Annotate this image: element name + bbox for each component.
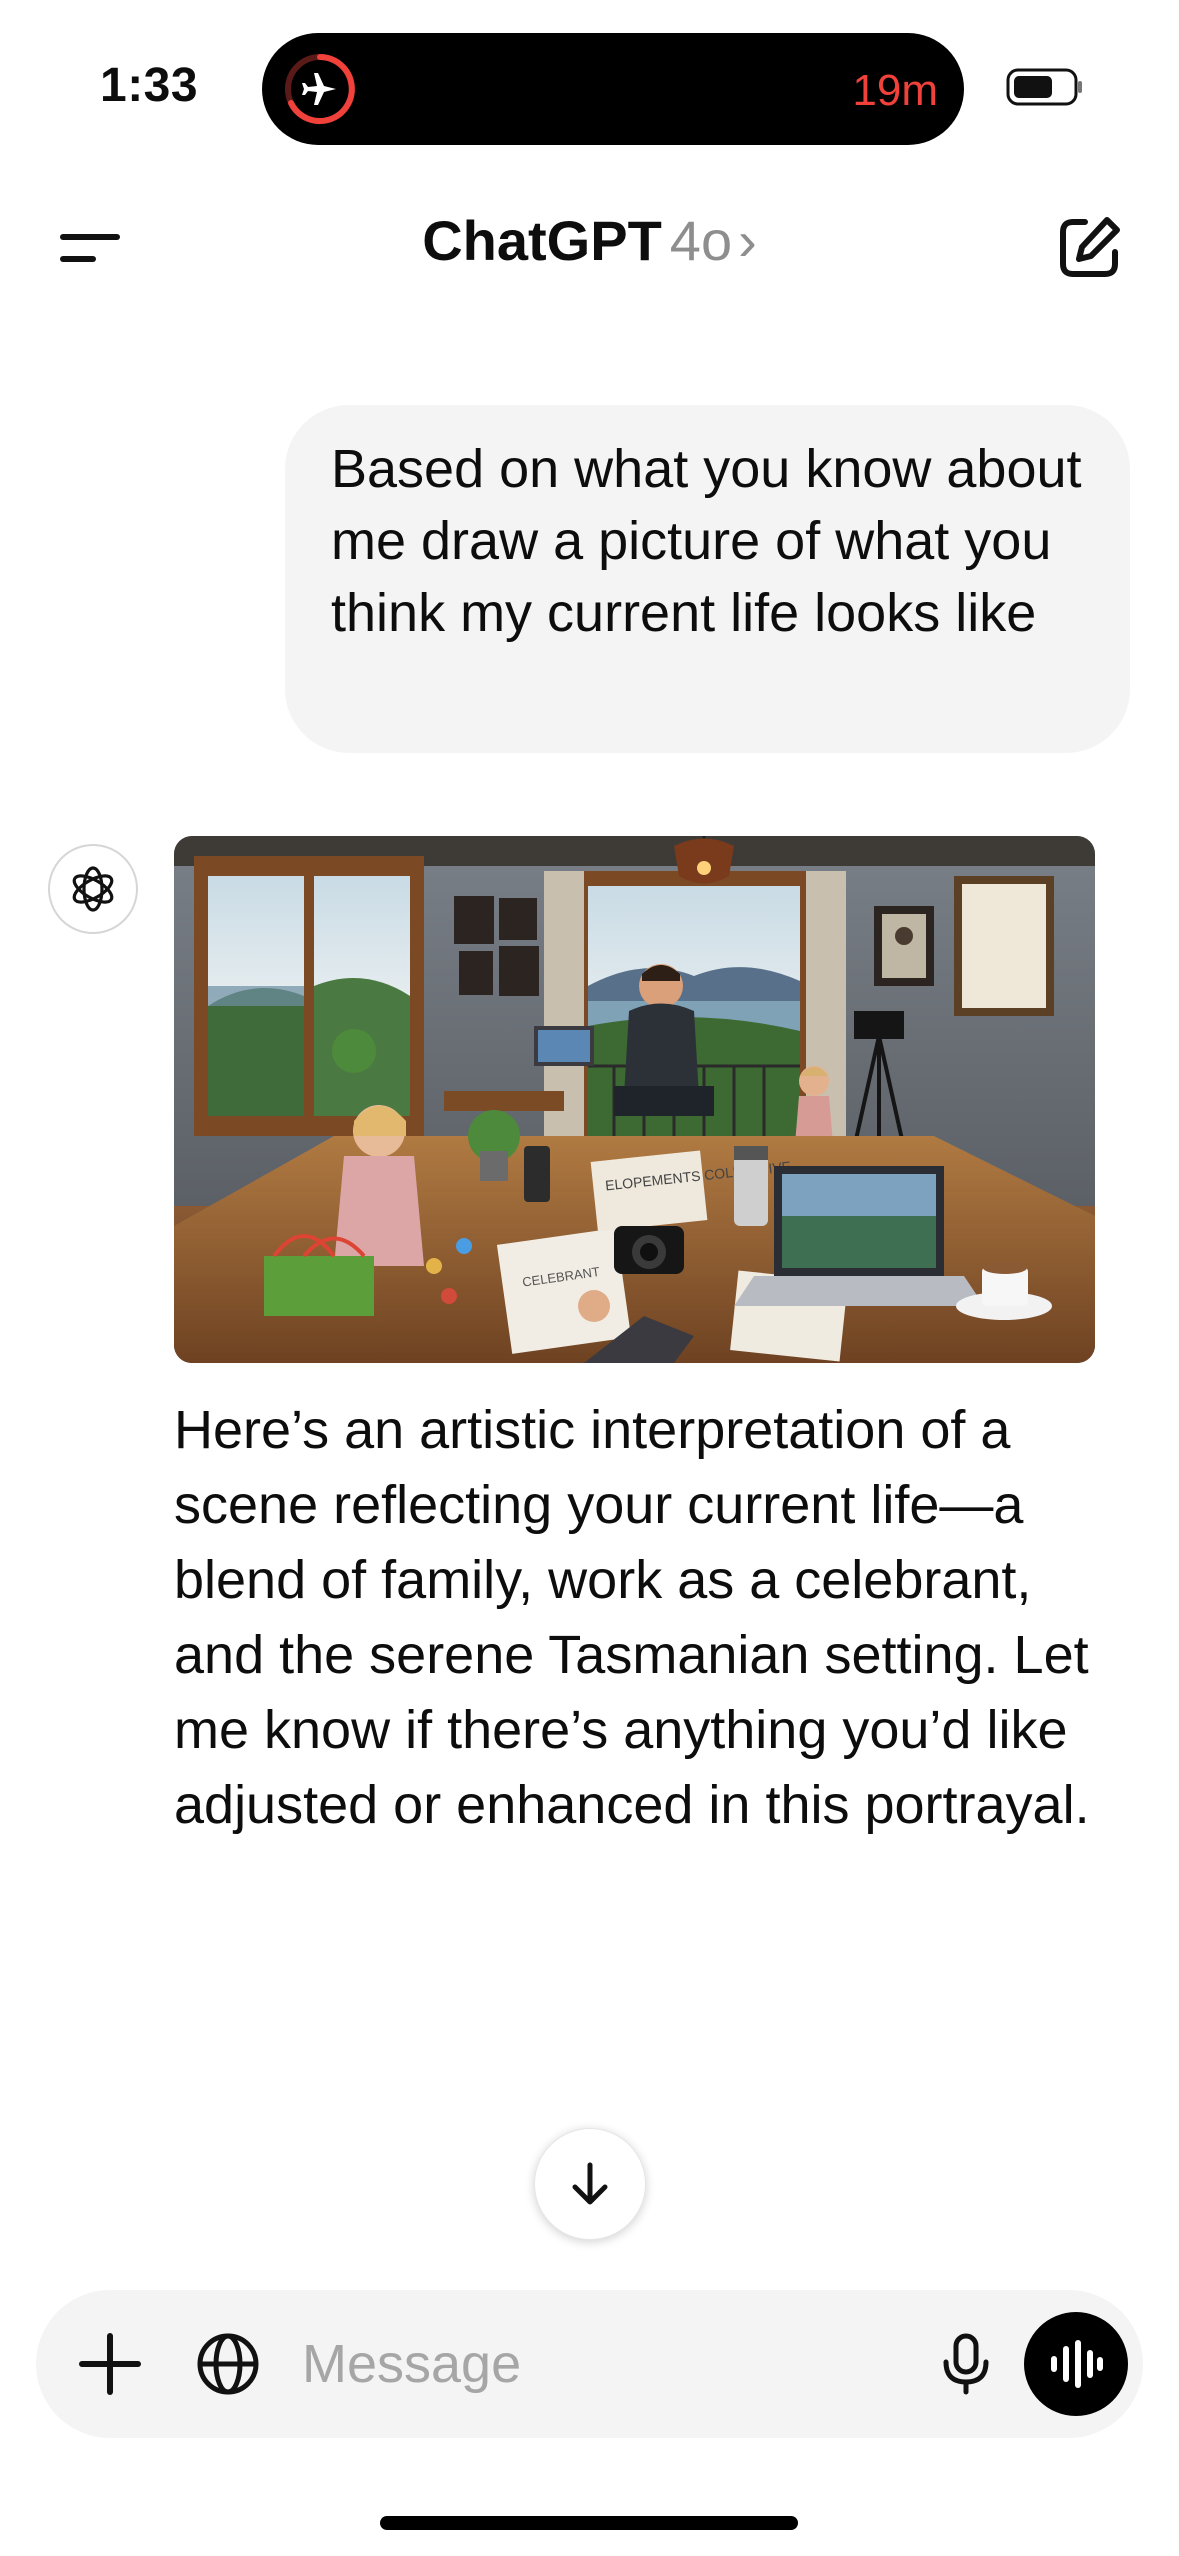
new-chat-icon[interactable] [1055,212,1125,282]
openai-logo-icon [72,866,114,912]
airplane-icon [285,54,355,124]
arrow-down-icon [572,2162,608,2205]
clock-time: 1:33 [100,59,199,112]
chat-header: ChatGPT 4o › [0,190,1179,300]
home-indicator[interactable] [380,2516,798,2530]
microphone-icon[interactable] [932,2330,1000,2398]
assistant-avatar [48,844,138,934]
dynamic-island[interactable]: 19m [262,33,964,145]
user-message-bubble: Based on what you know about me draw a p… [285,405,1130,753]
voice-mode-icon [1051,2340,1103,2388]
assistant-message-text: Here’s an artistic interpretation of a s… [174,1400,1090,1835]
voice-mode-button[interactable] [1024,2312,1128,2416]
status-bar: 1:33 19m [0,0,1179,160]
scroll-down-button[interactable] [534,2128,646,2240]
user-message-text: Based on what you know about me draw a p… [331,439,1082,643]
message-composer [36,2290,1143,2438]
island-timer: 19m [852,66,938,115]
life-scene-illustration: ELOPEMENTS COLLECTIVE CELEBRANT [174,836,1095,1363]
chevron-right-icon: › [738,209,757,272]
plus-icon[interactable] [76,2330,144,2398]
model-name: 4o [669,209,733,272]
app-title: ChatGPT [422,209,662,272]
message-input[interactable] [302,2324,902,2404]
battery-icon [1006,68,1082,106]
generated-image[interactable]: ELOPEMENTS COLLECTIVE CELEBRANT [174,836,1095,1363]
model-selector[interactable]: ChatGPT 4o › [0,208,1179,273]
globe-icon[interactable] [194,2330,262,2398]
